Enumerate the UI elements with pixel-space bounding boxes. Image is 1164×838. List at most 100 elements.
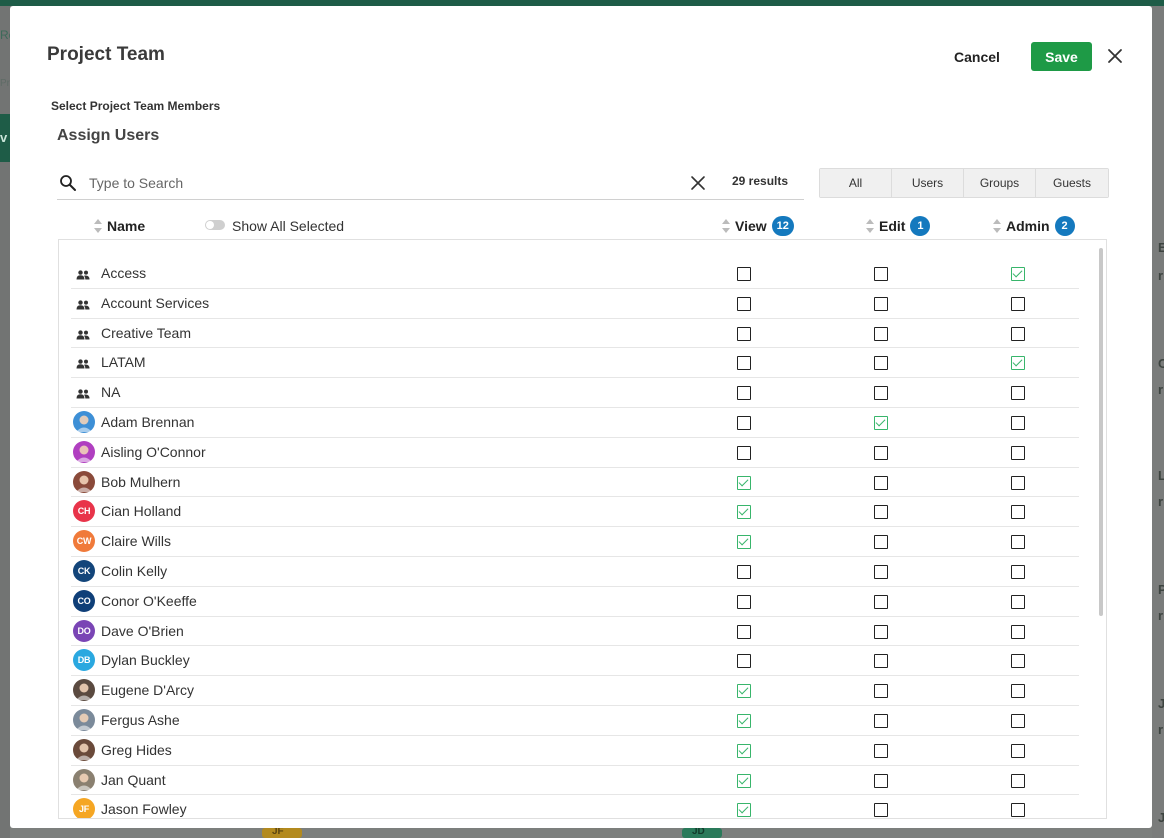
edit-checkbox[interactable] [874,356,888,371]
list-item: Access [71,259,1079,289]
admin-checkbox[interactable] [1011,594,1025,609]
list-item: DO Dave O'Brien [71,617,1079,647]
filter-all-button[interactable]: All [820,169,892,197]
edit-checkbox[interactable] [874,713,888,728]
member-name: Access [101,265,147,281]
edit-checkbox[interactable] [874,326,888,341]
list-item: Account Services [71,289,1079,319]
name-column-header[interactable]: Name [93,216,145,236]
save-button[interactable]: Save [1031,42,1092,71]
filter-users-button[interactable]: Users [892,169,964,197]
admin-checkbox[interactable] [1011,356,1025,371]
edit-checkbox[interactable] [874,564,888,579]
background-fragment: v [0,130,8,145]
admin-column-label: Admin [1006,218,1050,234]
sort-icon [866,219,874,233]
avatar-photo [73,738,95,761]
admin-checkbox[interactable] [1011,326,1025,341]
edit-checkbox[interactable] [874,594,888,609]
edit-count-badge: 1 [910,216,931,236]
close-icon[interactable] [1106,47,1124,65]
cancel-button[interactable]: Cancel [946,47,1008,67]
filter-groups-button[interactable]: Groups [964,169,1036,197]
edit-column-header[interactable]: Edit 1 [865,216,931,236]
view-checkbox[interactable] [737,445,751,460]
view-checkbox[interactable] [737,594,751,609]
view-checkbox[interactable] [737,356,751,371]
view-checkbox[interactable] [737,564,751,579]
view-checkbox[interactable] [737,475,751,490]
clear-search-icon[interactable] [690,175,706,191]
search-input[interactable] [87,170,647,196]
admin-checkbox[interactable] [1011,505,1025,520]
view-column-header[interactable]: View 12 [721,216,794,236]
search-icon [60,175,76,191]
edit-checkbox[interactable] [874,475,888,490]
view-checkbox[interactable] [737,654,751,669]
edit-checkbox[interactable] [874,415,888,430]
edit-checkbox[interactable] [874,624,888,639]
project-team-modal: Project Team Cancel Save Select Project … [10,6,1152,828]
edit-checkbox[interactable] [874,386,888,401]
edit-checkbox[interactable] [874,267,888,281]
filter-guests-button[interactable]: Guests [1036,169,1108,197]
background-fragment: r [1158,268,1164,283]
group-icon [71,381,93,403]
view-checkbox[interactable] [737,773,751,788]
admin-checkbox[interactable] [1011,773,1025,788]
background-right-panel: E r C r L r P r J r J [1152,6,1164,838]
view-checkbox[interactable] [737,684,751,699]
member-name: Creative Team [101,324,192,341]
admin-checkbox[interactable] [1011,415,1025,430]
admin-checkbox[interactable] [1011,386,1025,401]
admin-column-header[interactable]: Admin 2 [992,216,1075,236]
edit-checkbox[interactable] [874,684,888,699]
view-checkbox[interactable] [737,624,751,639]
admin-checkbox[interactable] [1011,564,1025,579]
background-nav-highlight: v [0,114,10,162]
edit-checkbox[interactable] [874,445,888,460]
background-avatar-chip: JD [682,826,722,838]
admin-checkbox[interactable] [1011,743,1025,758]
admin-checkbox[interactable] [1011,684,1025,699]
admin-checkbox[interactable] [1011,535,1025,550]
avatar-photo [73,768,95,791]
view-checkbox[interactable] [737,326,751,341]
background-fragment: C [1158,356,1164,371]
admin-checkbox[interactable] [1011,624,1025,639]
edit-checkbox[interactable] [874,654,888,669]
admin-checkbox[interactable] [1011,445,1025,460]
admin-checkbox[interactable] [1011,475,1025,490]
results-count: 29 results [732,174,789,188]
view-checkbox[interactable] [737,386,751,401]
admin-checkbox[interactable] [1011,267,1025,281]
edit-checkbox[interactable] [874,505,888,520]
view-checkbox[interactable] [737,415,751,430]
show-all-selected-toggle[interactable] [205,220,225,230]
list-item: JF Jason Fowley [71,795,1079,818]
view-checkbox[interactable] [737,267,751,281]
edit-checkbox[interactable] [874,296,888,311]
admin-checkbox[interactable] [1011,713,1025,728]
edit-checkbox[interactable] [874,535,888,550]
background-fragment: r [1158,494,1164,509]
background-fragment: r [1158,608,1164,623]
avatar-photo [73,679,95,702]
view-checkbox[interactable] [737,535,751,550]
view-checkbox[interactable] [737,803,751,818]
admin-checkbox[interactable] [1011,803,1025,818]
edit-checkbox[interactable] [874,773,888,788]
view-checkbox[interactable] [737,713,751,728]
edit-checkbox[interactable] [874,803,888,818]
avatar-photo [73,470,95,493]
list-item: Jan Quant [71,766,1079,796]
admin-checkbox[interactable] [1011,654,1025,669]
list-scrollbar[interactable] [1099,248,1103,616]
view-checkbox[interactable] [737,505,751,520]
list-item: CW Claire Wills [71,527,1079,557]
edit-checkbox[interactable] [874,743,888,758]
member-list: Access Account Services Creative Team LATAM… [58,239,1107,819]
view-checkbox[interactable] [737,296,751,311]
view-checkbox[interactable] [737,743,751,758]
admin-checkbox[interactable] [1011,296,1025,311]
